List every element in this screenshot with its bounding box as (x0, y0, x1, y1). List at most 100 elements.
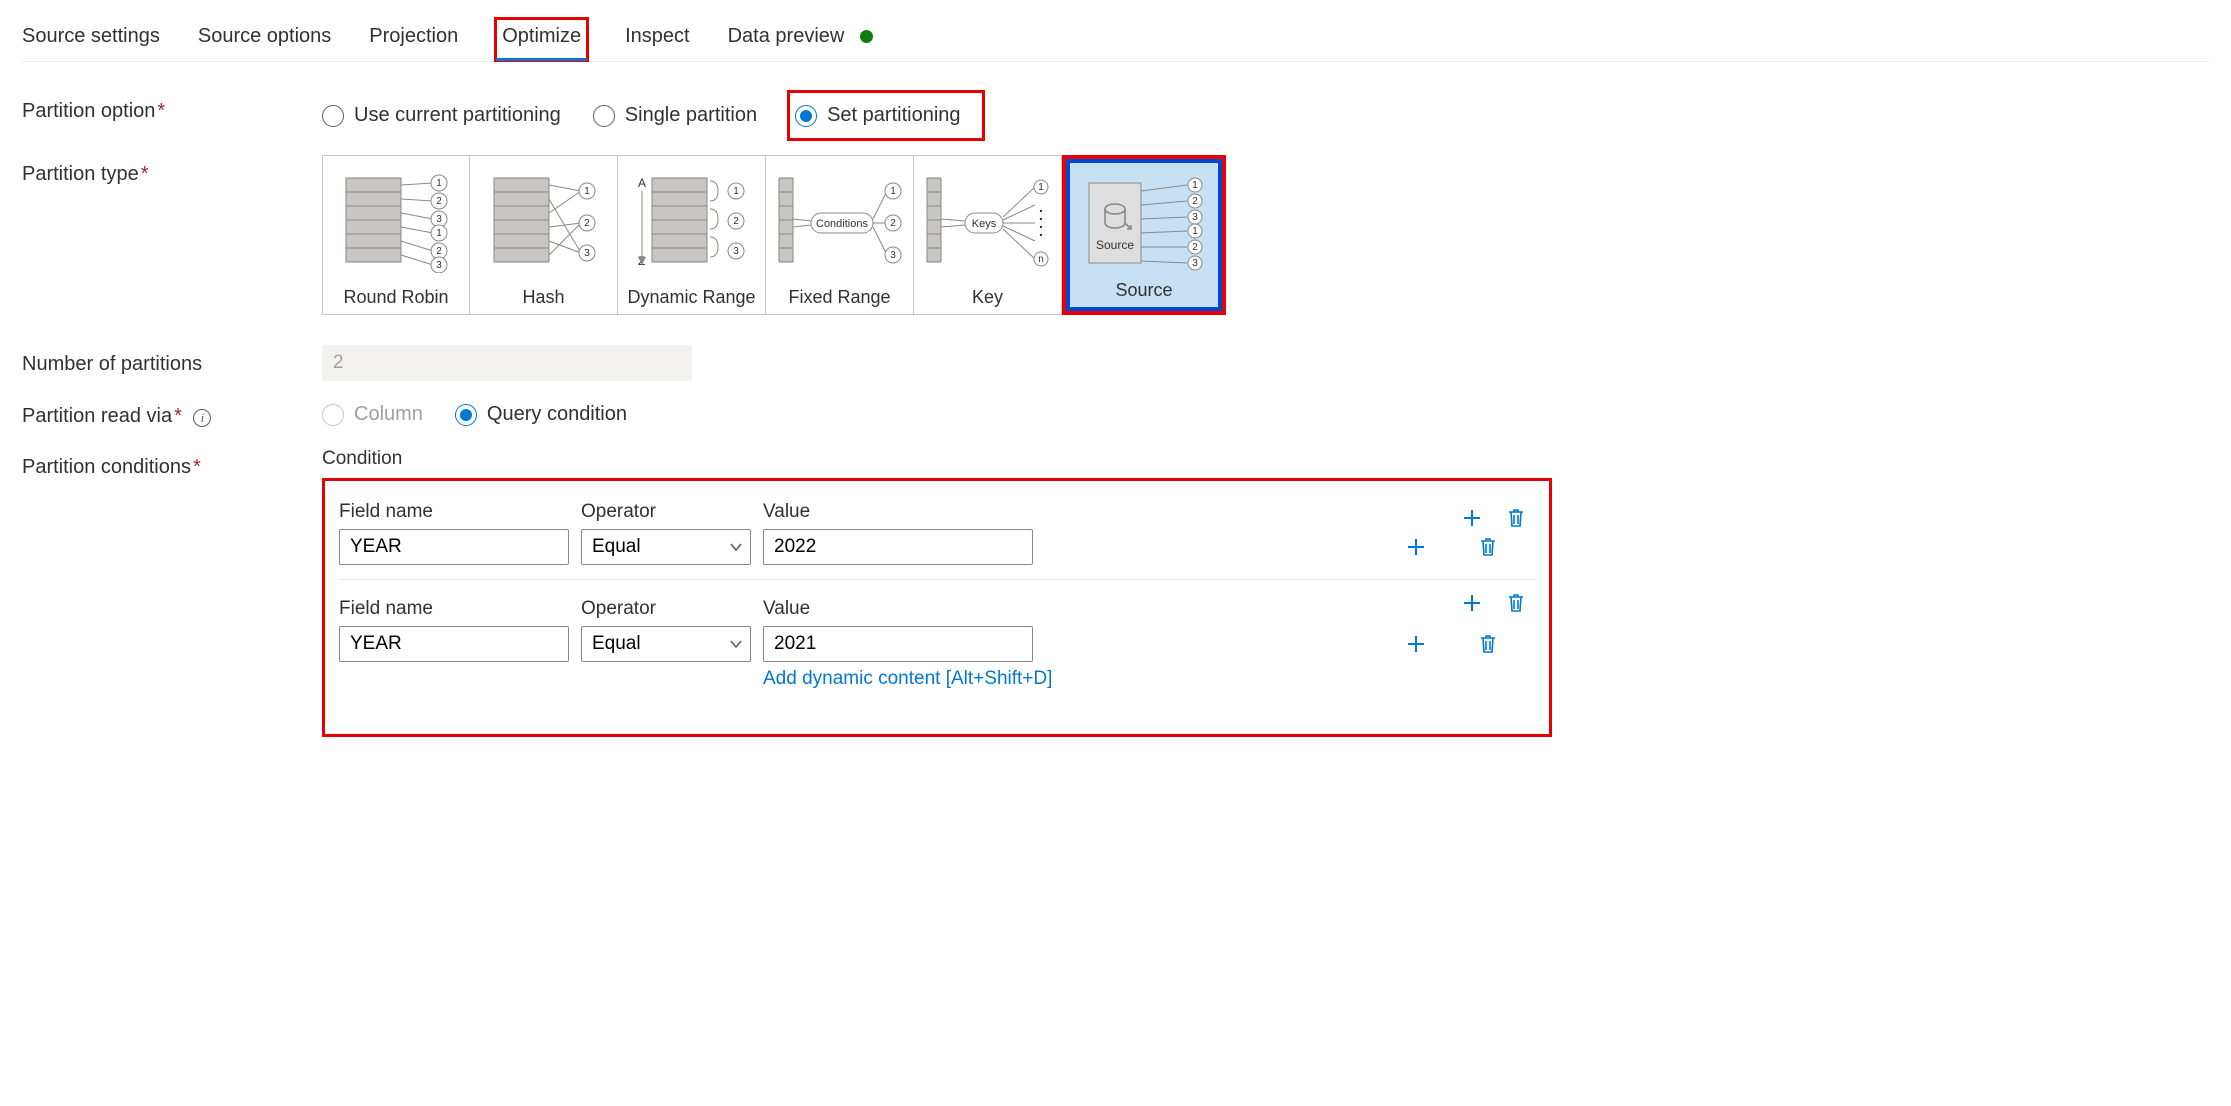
svg-text:1: 1 (436, 228, 442, 239)
svg-text:Source: Source (1096, 238, 1134, 252)
required-asterisk: * (193, 456, 201, 478)
tab-optimize[interactable]: Optimize (496, 19, 587, 60)
col-operator: Operator (581, 501, 751, 523)
radio-use-current-partitioning[interactable]: Use current partitioning (322, 98, 571, 133)
tab-source-options[interactable]: Source options (198, 19, 331, 60)
svg-text:Keys: Keys (971, 218, 996, 230)
field-name-input[interactable] (339, 529, 569, 565)
radio-single-partition[interactable]: Single partition (593, 98, 767, 133)
svg-text:2: 2 (436, 196, 442, 207)
add-row-button[interactable] (1403, 631, 1429, 657)
svg-text:2: 2 (1192, 196, 1198, 207)
card-round-robin[interactable]: 123123 Round Robin (322, 155, 470, 315)
plus-icon (1461, 507, 1483, 529)
conditions-container: Field name Operator Value (322, 478, 1552, 737)
trash-icon (1478, 536, 1498, 558)
tab-data-preview-label: Data preview (728, 25, 845, 47)
card-hash[interactable]: 123 Hash (470, 155, 618, 315)
col-operator: Operator (581, 598, 751, 620)
radio-circle-icon (795, 105, 817, 127)
info-icon[interactable]: i (193, 409, 211, 427)
plus-icon (1405, 633, 1427, 655)
add-row-button[interactable] (1403, 534, 1429, 560)
condition-group: Field name Operator Value (339, 579, 1535, 704)
radio-column: Column (322, 397, 433, 432)
trash-icon (1506, 592, 1526, 614)
col-value: Value (763, 501, 1033, 523)
add-dynamic-content-link[interactable]: Add dynamic content [Alt+Shift+D] (763, 668, 1052, 690)
svg-text:3: 3 (890, 250, 896, 261)
hash-icon: 1 2 3 (474, 162, 613, 283)
svg-text:2: 2 (436, 246, 442, 257)
operator-select[interactable] (581, 626, 751, 662)
condition-heading: Condition (322, 448, 1552, 470)
svg-text:3: 3 (1192, 212, 1198, 223)
svg-text:2: 2 (733, 216, 739, 227)
label-partition-option: Partition option* (22, 92, 322, 123)
source-icon: Source 1 2 3 1 2 3 (1074, 169, 1214, 276)
svg-text:3: 3 (1192, 258, 1198, 269)
plus-icon (1405, 536, 1427, 558)
delete-group-button[interactable] (1503, 590, 1529, 616)
tab-inspect[interactable]: Inspect (625, 19, 689, 60)
radio-circle-icon (322, 404, 344, 426)
tab-source-settings[interactable]: Source settings (22, 19, 160, 60)
value-input[interactable] (763, 529, 1033, 565)
radio-query-condition[interactable]: Query condition (455, 397, 637, 432)
label-partition-conditions: Partition conditions* (22, 448, 322, 479)
fixed-range-icon: Conditions 1 2 3 (770, 162, 909, 283)
svg-text:1: 1 (1192, 226, 1198, 237)
value-input[interactable] (763, 626, 1033, 662)
svg-text:1: 1 (584, 186, 590, 197)
required-asterisk: * (157, 100, 165, 122)
dynamic-range-icon: AZ 123 (622, 162, 761, 283)
required-asterisk: * (141, 163, 149, 185)
radio-circle-icon (455, 404, 477, 426)
condition-group: Field name Operator Value (339, 495, 1535, 579)
radio-circle-icon (322, 105, 344, 127)
col-field-name: Field name (339, 598, 569, 620)
card-key[interactable]: Keys 1n Key (914, 155, 1062, 315)
svg-text:1: 1 (1192, 180, 1198, 191)
delete-group-button[interactable] (1503, 505, 1529, 531)
card-dynamic-range[interactable]: AZ 123 Dynamic Range (618, 155, 766, 315)
partition-type-cards: 123123 Round Robin 123 Hash (322, 155, 1226, 315)
tabs-bar: Source settings Source options Projectio… (22, 18, 2209, 62)
col-field-name: Field name (339, 501, 569, 523)
plus-icon (1461, 592, 1483, 614)
card-source[interactable]: Source 1 2 3 1 2 3 Source (1070, 163, 1218, 307)
svg-text:2: 2 (584, 218, 590, 229)
svg-text:3: 3 (584, 248, 590, 259)
svg-text:n: n (1038, 254, 1044, 265)
col-value: Value (763, 598, 1033, 620)
svg-text:1: 1 (890, 186, 896, 197)
radio-circle-icon (593, 105, 615, 127)
key-icon: Keys 1 n (918, 162, 1057, 283)
add-group-button[interactable] (1459, 590, 1485, 616)
svg-text:3: 3 (733, 246, 739, 257)
number-of-partitions-input (322, 345, 692, 381)
delete-row-button[interactable] (1475, 534, 1501, 560)
card-fixed-range[interactable]: Conditions 123 Fixed Range (766, 155, 914, 315)
field-name-input[interactable] (339, 626, 569, 662)
trash-icon (1478, 633, 1498, 655)
delete-row-button[interactable] (1475, 631, 1501, 657)
svg-text:1: 1 (436, 178, 442, 189)
svg-text:1: 1 (1038, 182, 1044, 193)
operator-select[interactable] (581, 529, 751, 565)
trash-icon (1506, 507, 1526, 529)
status-dot-icon (860, 30, 873, 43)
svg-text:A: A (638, 176, 646, 190)
svg-text:1: 1 (733, 186, 739, 197)
svg-text:2: 2 (1192, 242, 1198, 253)
tab-projection[interactable]: Projection (369, 19, 458, 60)
svg-text:2: 2 (890, 218, 896, 229)
label-partition-type: Partition type* (22, 155, 322, 186)
required-asterisk: * (174, 405, 182, 427)
radio-set-partitioning[interactable]: Set partitioning (795, 98, 970, 133)
round-robin-icon: 123123 (327, 162, 465, 283)
tab-data-preview[interactable]: Data preview (728, 19, 873, 60)
svg-text:Conditions: Conditions (816, 218, 868, 230)
add-group-button[interactable] (1459, 505, 1485, 531)
label-number-of-partitions: Number of partitions (22, 345, 322, 376)
